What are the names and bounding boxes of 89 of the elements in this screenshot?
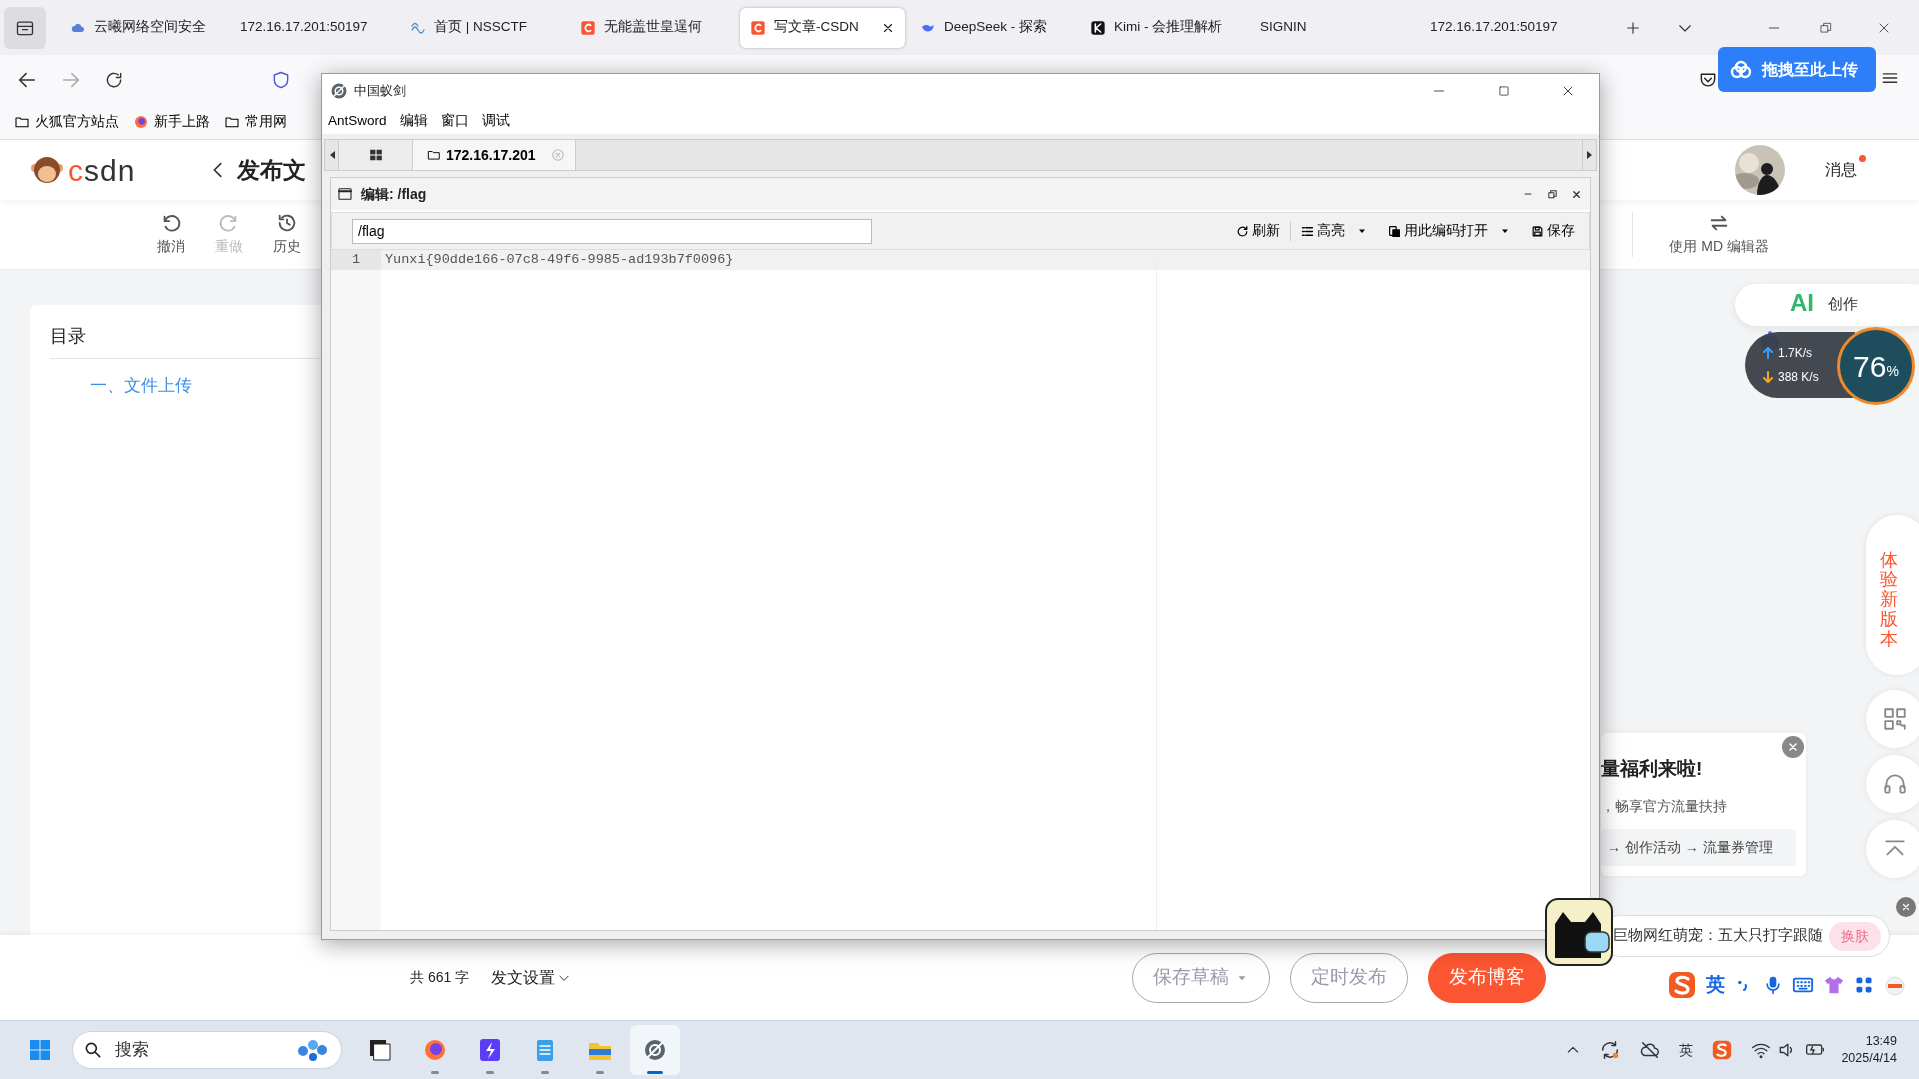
- window-icon: [337, 186, 353, 202]
- page-title: 发布文: [237, 155, 307, 185]
- list-icon: [1301, 224, 1314, 238]
- app-icon: [330, 82, 348, 100]
- bookmark-link[interactable]: 火狐官方站点: [14, 111, 119, 133]
- reload-icon[interactable]: [104, 70, 124, 90]
- ai-title: AI: [1790, 288, 1814, 318]
- menu-item[interactable]: AntSword: [328, 110, 387, 132]
- microphone-icon[interactable]: [1763, 974, 1783, 996]
- upload-arrow-icon: [1763, 347, 1773, 359]
- browser-tab[interactable]: SIGNIN: [1250, 7, 1415, 48]
- qr-code-icon: [1882, 706, 1908, 732]
- save-icon: [1531, 224, 1544, 238]
- browser-tab[interactable]: 云曦网络空间安全: [60, 7, 225, 48]
- clock-time: 13:49: [1864, 1033, 1897, 1050]
- menu-item[interactable]: 编辑: [399, 110, 428, 132]
- download-speed: 388 K/s: [1778, 369, 1819, 386]
- menu-item[interactable]: 窗口: [440, 110, 469, 132]
- browser-tab[interactable]: 无能盖世皇逞何: [570, 7, 735, 48]
- clock-date: 2025/4/14: [1841, 1050, 1897, 1067]
- promo-path: → 创作活动 → 流量券管理: [1601, 828, 1796, 866]
- grid-icon: [368, 148, 383, 162]
- logo-text: csdn: [68, 152, 136, 189]
- bookmark-link[interactable]: 新手上路: [133, 111, 210, 133]
- connection-tab[interactable]: 172.16.17.201: [413, 140, 576, 170]
- folder-icon: [427, 148, 441, 162]
- path-field[interactable]: /flag: [352, 218, 872, 244]
- toolbar-button[interactable]: 高亮: [1290, 220, 1378, 242]
- ime-indicator[interactable]: 英: [1679, 1039, 1694, 1061]
- search-icon: [83, 1040, 103, 1060]
- md-editor-button[interactable]: 使用 MD 编辑器: [1632, 212, 1769, 257]
- close-icon: [1901, 902, 1911, 912]
- browser-tab[interactable]: 写文章-CSDN: [740, 7, 905, 48]
- logo-icon: [30, 154, 64, 186]
- cloud-off-icon[interactable]: [1639, 1039, 1662, 1061]
- bookmark-link[interactable]: 常用网: [224, 111, 287, 133]
- menu-item[interactable]: 调试: [481, 110, 510, 132]
- close-icon: [1787, 741, 1799, 753]
- skin-text: 巨物网红萌宠：五大只打字跟随: [1613, 926, 1823, 946]
- toolbar-button[interactable]: 撤消: [142, 212, 200, 257]
- toolbar-button[interactable]: 用此编码打开: [1378, 220, 1521, 242]
- messages-link[interactable]: 消息: [1825, 161, 1857, 178]
- toolbar-button[interactable]: 历史: [258, 212, 316, 257]
- upload-speed: 1.7K/s: [1778, 345, 1813, 362]
- publish-settings-button[interactable]: 发文设置: [491, 965, 572, 990]
- favicon-icon: [580, 19, 596, 36]
- firefox-icon: [133, 114, 149, 130]
- favicon-icon: [750, 19, 766, 36]
- browser-tab[interactable]: 172.16.17.201:50197: [230, 7, 395, 48]
- toolbar-button[interactable]: 刷新: [1226, 220, 1290, 242]
- browser-tab[interactable]: 172.16.17.201:50197: [1420, 7, 1585, 48]
- antsword-icon: [642, 1037, 668, 1063]
- browser-tab[interactable]: Kimi - 会推理解析: [1080, 7, 1245, 48]
- cat-icon: [1545, 898, 1613, 966]
- ai-label: 创作: [1828, 294, 1858, 314]
- window-title: 中国蚁剑: [354, 82, 406, 101]
- promo-title: 量福利来啦!: [1601, 757, 1704, 781]
- shield-icon: [271, 70, 291, 90]
- upload-button[interactable]: 拖拽至此上传: [1718, 47, 1876, 92]
- panel-title: 编辑: /flag: [361, 184, 427, 204]
- favicon-icon: [1090, 19, 1106, 36]
- folder-icon: [14, 114, 30, 130]
- apps-icon[interactable]: [1854, 975, 1874, 995]
- ai-pill[interactable]: [1735, 284, 1919, 326]
- home-tab[interactable]: [339, 140, 413, 170]
- browser-tab[interactable]: DeepSeek - 探索: [910, 7, 1075, 48]
- word-count: 共 661 字: [410, 968, 470, 987]
- language-toggle[interactable]: 英: [1706, 970, 1725, 1000]
- promo-text: ，畅享官方流量扶持: [1601, 796, 1728, 816]
- taskview-icon: [367, 1037, 393, 1063]
- refresh-icon: [1236, 224, 1249, 238]
- search-bar[interactable]: 搜索: [72, 1031, 342, 1069]
- sogou-icon[interactable]: [1711, 1039, 1734, 1061]
- browser-tab[interactable]: 首页 | NSSCTF: [400, 7, 565, 48]
- download-arrow-icon: [1763, 371, 1773, 383]
- folder-icon: [224, 114, 240, 130]
- tab-list-icon[interactable]: [4, 6, 46, 49]
- toolbar-button[interactable]: 保存: [1521, 220, 1585, 242]
- toc-link[interactable]: 一、文件上传: [90, 373, 192, 399]
- shirt-icon[interactable]: [1823, 974, 1845, 996]
- bolt-icon: [477, 1037, 503, 1063]
- history-icon: [276, 212, 298, 234]
- encoding-icon: [1388, 224, 1401, 238]
- close-icon: [550, 148, 565, 162]
- firefox-icon: [422, 1037, 448, 1063]
- mascot-icon[interactable]: [1883, 973, 1907, 997]
- line-number: 1: [331, 250, 381, 270]
- sogou-icon: [1667, 970, 1697, 1000]
- search-field[interactable]: 搜索: [113, 1036, 285, 1064]
